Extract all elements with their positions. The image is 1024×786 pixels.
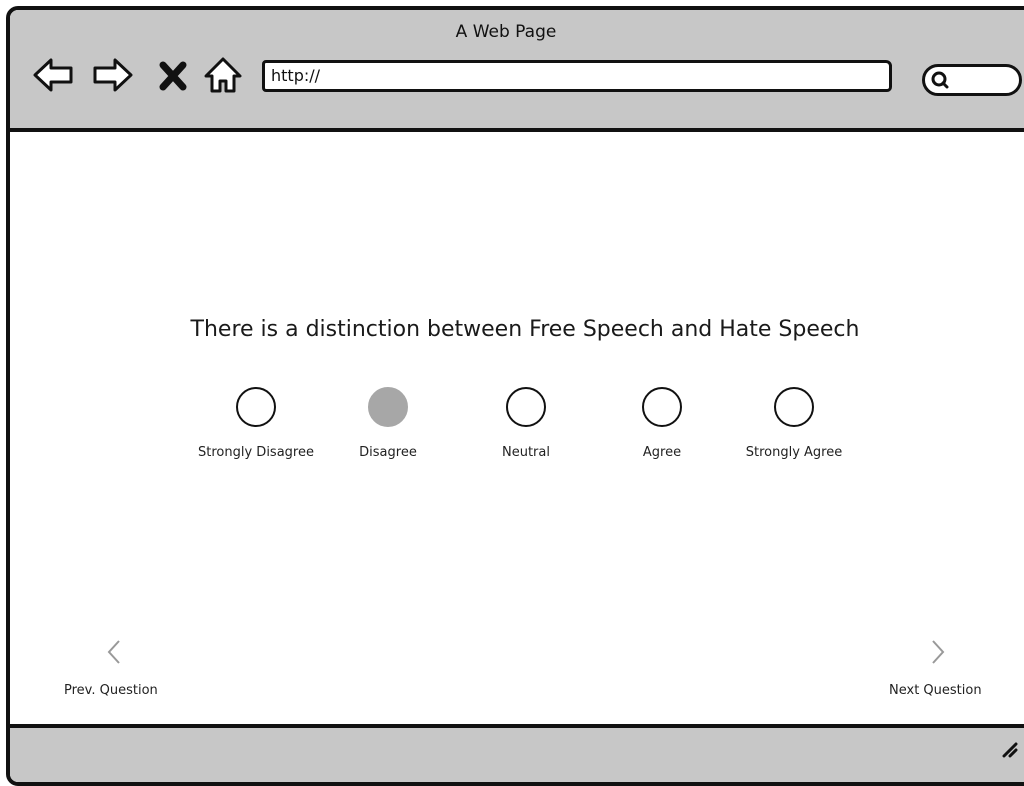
chevron-right-icon[interactable]: [930, 638, 946, 672]
option-label: Neutral: [502, 445, 550, 460]
radio-strongly-agree[interactable]: [774, 387, 814, 427]
option-label: Disagree: [359, 445, 417, 460]
option-strongly-agree[interactable]: Strongly Agree: [724, 387, 864, 460]
radio-strongly-disagree[interactable]: [236, 387, 276, 427]
prev-question-link[interactable]: Prev. Question: [64, 683, 158, 698]
option-agree[interactable]: Agree: [592, 387, 732, 460]
option-label: Strongly Agree: [745, 445, 843, 460]
status-bar: [10, 724, 1024, 782]
search-icon: [931, 71, 949, 89]
home-icon[interactable]: [202, 54, 244, 96]
window-title: A Web Page: [455, 22, 557, 42]
close-icon[interactable]: [158, 54, 188, 96]
option-strongly-disagree[interactable]: Strongly Disagree: [186, 387, 326, 460]
radio-agree[interactable]: [642, 387, 682, 427]
survey-question: There is a distinction between Free Spee…: [190, 317, 860, 342]
page-content: There is a distinction between Free Spee…: [10, 132, 1024, 724]
option-label: Agree: [642, 445, 682, 460]
browser-toolbar: A Web Page: [10, 10, 1024, 132]
option-label: Strongly Disagree: [198, 445, 314, 460]
search-box[interactable]: [922, 64, 1022, 96]
url-input[interactable]: [265, 63, 877, 88]
option-neutral[interactable]: Neutral: [456, 387, 596, 460]
radio-neutral[interactable]: [506, 387, 546, 427]
option-disagree[interactable]: Disagree: [318, 387, 458, 460]
next-question-link[interactable]: Next Question: [889, 683, 982, 698]
radio-disagree[interactable]: [368, 387, 408, 427]
chevron-left-icon[interactable]: [106, 638, 122, 672]
arrow-left-icon[interactable]: [32, 54, 74, 96]
arrow-right-icon[interactable]: [92, 54, 134, 96]
resize-grip-icon[interactable]: [998, 738, 1018, 758]
address-bar[interactable]: [262, 60, 892, 92]
likert-scale: Strongly Disagree Disagree Neutral Agree…: [10, 387, 1024, 477]
browser-window: A Web Page There is a distinction betwee…: [6, 6, 1024, 786]
